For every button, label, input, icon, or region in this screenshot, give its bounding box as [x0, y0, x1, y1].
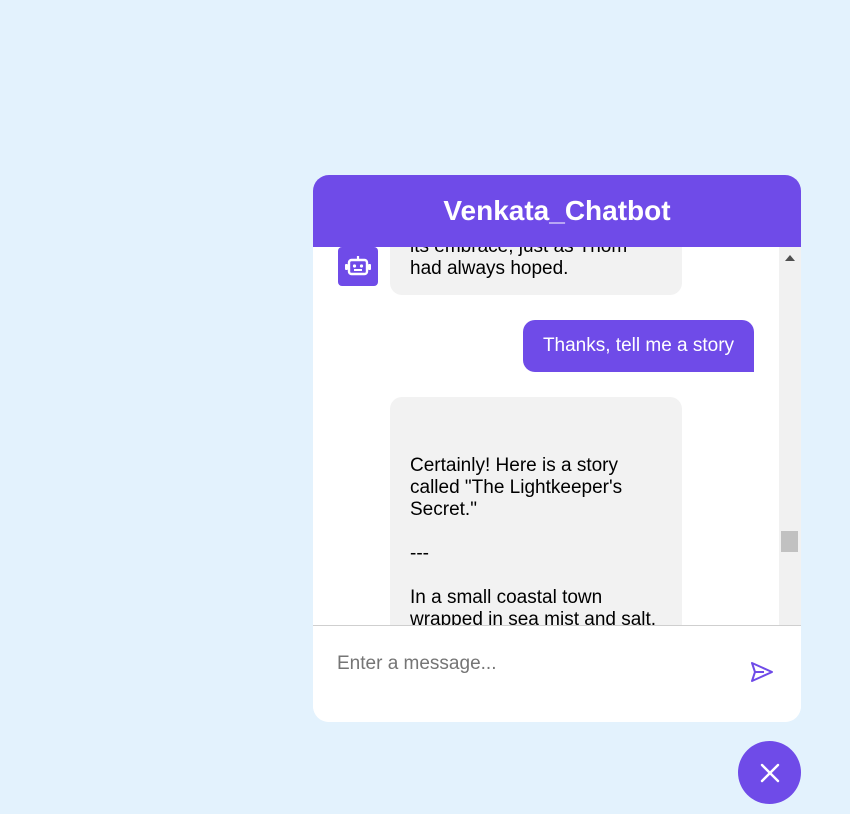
close-icon [760, 763, 779, 782]
message-list[interactable]: its embrace, just as Thom had always hop… [313, 247, 779, 625]
chat-header: Venkata_Chatbot [313, 175, 801, 247]
user-message-text: Thanks, tell me a story [542, 335, 735, 356]
scrollbar-thumb[interactable] [781, 531, 798, 552]
chat-title: Venkata_Chatbot [443, 195, 671, 226]
bot-message-text: its embrace, just as Thom had always hop… [410, 247, 627, 279]
bot-message: its embrace, just as Thom had always hop… [390, 247, 682, 295]
message-input[interactable] [337, 650, 737, 678]
send-icon [751, 662, 773, 682]
chat-window: Venkata_Chatbot its embrace, just as Tho… [313, 175, 801, 722]
bot-message: Certainly! Here is a story called "The L… [390, 397, 682, 625]
user-message: Thanks, tell me a story [523, 320, 754, 372]
message-scrollbar[interactable] [779, 247, 801, 625]
bot-message-text: Certainly! Here is a story called "The L… [410, 455, 657, 625]
robot-icon [338, 247, 378, 286]
send-button[interactable] [749, 660, 775, 684]
message-composer [313, 625, 801, 722]
scroll-up-arrow-icon[interactable] [785, 255, 795, 261]
close-chat-button[interactable] [738, 741, 801, 804]
